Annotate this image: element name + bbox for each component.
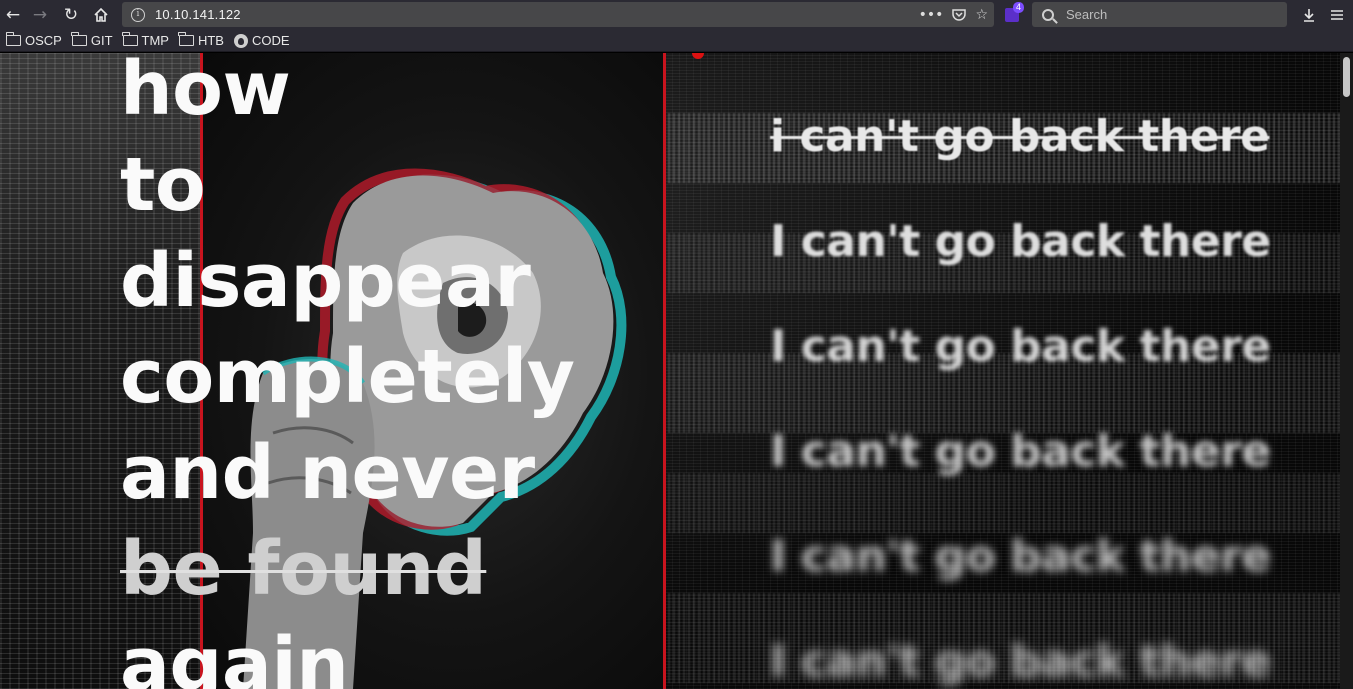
extension-button[interactable]: 4 <box>1005 2 1025 23</box>
arrow-left-icon: ← <box>5 5 21 25</box>
star-icon[interactable]: ☆ <box>975 7 988 23</box>
github-icon <box>233 33 248 48</box>
headline-line: completely <box>120 334 575 420</box>
bookmark-label: GIT <box>90 33 113 48</box>
vertical-scrollbar[interactable] <box>1340 53 1353 689</box>
folder-icon <box>5 32 21 46</box>
home-button[interactable] <box>88 2 114 28</box>
scrollbar-thumb[interactable] <box>1343 57 1350 97</box>
search-bar[interactable] <box>1032 2 1287 27</box>
search-input[interactable] <box>1066 7 1266 22</box>
arrow-right-icon: → <box>32 5 48 25</box>
folder-icon <box>71 32 87 46</box>
red-accent-dot <box>692 53 704 59</box>
bookmark-tmp[interactable]: TMP <box>122 32 169 48</box>
headline-line-struck: be found <box>120 521 640 617</box>
reload-button[interactable]: ↻ <box>58 2 84 28</box>
bookmark-label: HTB <box>197 33 224 48</box>
search-icon <box>1042 8 1054 21</box>
home-icon <box>94 7 108 22</box>
echo-line-struck: i can't go back there <box>770 111 1270 162</box>
headline-line: again <box>120 622 349 689</box>
bookmark-code[interactable]: CODE <box>233 33 290 48</box>
bookmark-label: CODE <box>251 33 290 48</box>
echo-line: I can't go back there <box>770 216 1271 267</box>
hamburger-icon <box>1331 10 1343 20</box>
echo-line: I can't go back there <box>770 426 1271 477</box>
downloads-button[interactable] <box>1296 2 1322 28</box>
download-icon <box>1304 9 1314 22</box>
headline-line: disappear <box>120 238 531 324</box>
url-text[interactable]: 10.10.141.122 <box>155 7 241 22</box>
headline: how to disappear completely and never be… <box>120 53 640 689</box>
bookmark-oscp[interactable]: OSCP <box>5 32 62 48</box>
struck-text: be found <box>120 526 487 612</box>
back-button[interactable]: ← <box>0 2 26 28</box>
echo-line: I can't go back there <box>770 636 1271 687</box>
forward-button[interactable]: → <box>27 2 53 28</box>
headline-line: and never <box>120 430 535 516</box>
bookmarks-toolbar: OSCP GIT TMP HTB CODE <box>0 30 1353 52</box>
page-content: how to disappear completely and never be… <box>0 53 1340 689</box>
bookmark-git[interactable]: GIT <box>71 32 113 48</box>
navigation-toolbar: ← → ↻ i 10.10.141.122 ••• ☆ 4 <box>0 0 1353 30</box>
ellipsis-icon[interactable]: ••• <box>919 7 944 23</box>
headline-line: to <box>120 142 206 228</box>
bookmark-label: OSCP <box>25 33 62 48</box>
pocket-icon[interactable] <box>951 7 967 23</box>
echo-line: I can't go back there <box>770 321 1271 372</box>
site-info-icon[interactable]: i <box>131 7 145 22</box>
reload-icon: ↻ <box>63 5 79 25</box>
static-noise-band <box>668 473 1340 533</box>
page-actions: ••• ☆ <box>919 2 988 27</box>
menu-button[interactable] <box>1324 2 1350 28</box>
extension-badge: 4 <box>1013 2 1025 13</box>
address-bar[interactable]: i 10.10.141.122 ••• ☆ <box>122 2 994 27</box>
bookmark-label: TMP <box>141 33 169 48</box>
folder-icon <box>178 32 194 46</box>
folder-icon <box>122 32 138 46</box>
bookmark-htb[interactable]: HTB <box>178 32 224 48</box>
headline-line: how <box>120 53 291 132</box>
echo-line: I can't go back there <box>770 531 1271 582</box>
